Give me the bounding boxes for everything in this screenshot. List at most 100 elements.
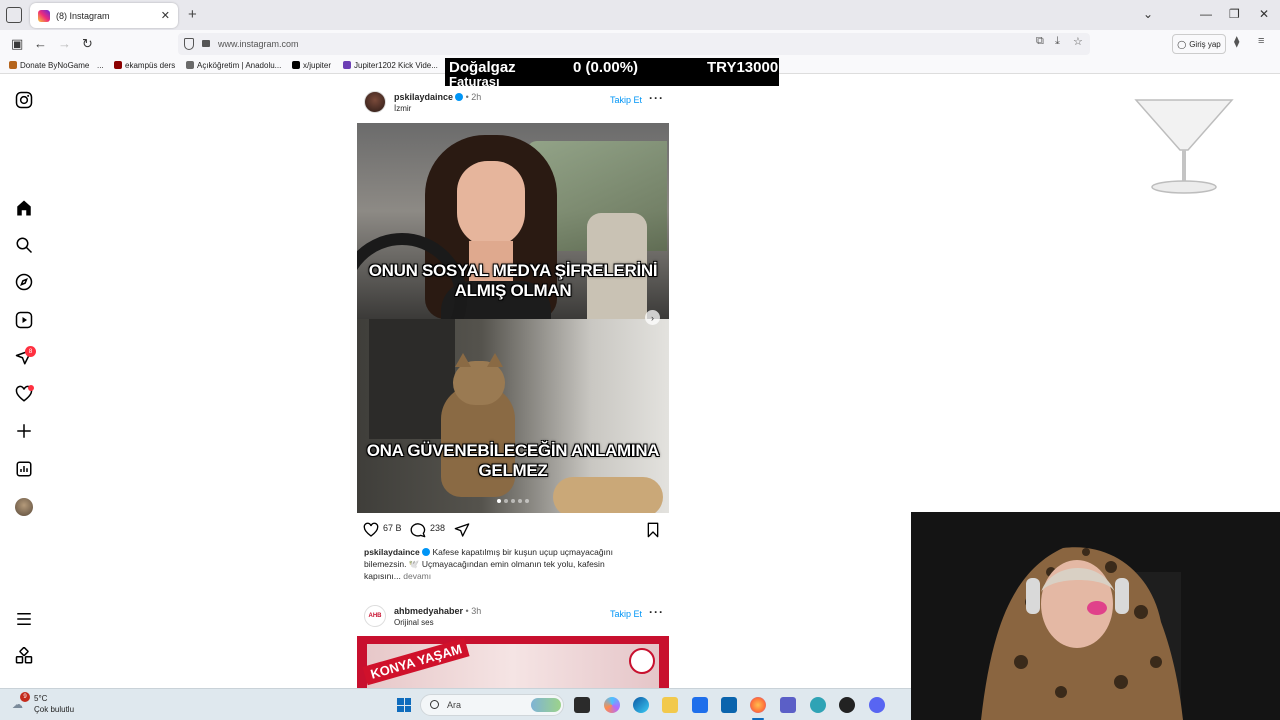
like-icon[interactable] (363, 522, 379, 538)
search-highlight-icon (531, 698, 561, 712)
search-icon[interactable] (15, 236, 33, 254)
profile-avatar[interactable] (15, 498, 33, 516)
bookmark-item[interactable]: Açıköğretim | Anadolu... (186, 61, 281, 70)
outlook-icon[interactable] (721, 697, 737, 713)
follow-button[interactable]: Takip Et (610, 609, 642, 619)
comment-icon[interactable] (410, 522, 426, 538)
post-header: pskilaydaince • 2h İzmir Takip Et ··· (364, 91, 669, 117)
post-caption: pskilaydaince Kafese kapatılmış bir kuşu… (364, 546, 630, 582)
close-window-icon[interactable]: ✕ (1259, 7, 1269, 21)
task-view-icon[interactable] (574, 697, 590, 713)
overlay-right-text: TRY13000 (707, 59, 779, 76)
threads-icon[interactable] (15, 647, 33, 665)
follow-button[interactable]: Takip Et (610, 95, 642, 105)
caption-username[interactable]: pskilaydaince (364, 547, 420, 557)
post-header: AHB ahbmedyahaber • 3h Orijinal ses Taki… (364, 605, 669, 631)
forward-icon[interactable]: → (58, 36, 71, 51)
discord-icon[interactable] (869, 697, 885, 713)
url-text: www.instagram.com (218, 39, 299, 49)
explore-icon[interactable] (15, 273, 33, 291)
store-icon[interactable] (692, 697, 708, 713)
post-username[interactable]: pskilaydaince • 2h (394, 92, 481, 102)
post-audio[interactable]: Orijinal ses (394, 618, 434, 627)
weather-badge: 9 (20, 692, 30, 702)
bookmark-item[interactable]: Donate ByNoGame (9, 61, 89, 70)
extensions-icon[interactable]: ⧫ (1234, 35, 1239, 48)
instagram-sidebar: 8 (0, 75, 48, 688)
share-icon[interactable] (454, 522, 470, 538)
account-icon: ◯ (1177, 39, 1187, 49)
image-overlay-text-bottom: ONA GÜVENEBİLECEĞİN ANLAMINA GELMEZ (366, 441, 660, 480)
bookmark-item[interactable]: ekampüs ders (114, 61, 175, 70)
minimize-icon[interactable]: — (1200, 7, 1212, 21)
bookmark-item[interactable]: ... (97, 61, 104, 70)
firefox-icon[interactable] (750, 697, 766, 713)
post-username[interactable]: ahbmedyahaber • 3h (394, 606, 481, 616)
more-options-icon[interactable]: ··· (649, 91, 664, 105)
copilot-icon[interactable] (604, 697, 620, 713)
streamer-webcam (911, 512, 1280, 720)
reader-view-icon[interactable]: ⤓ (1055, 35, 1060, 48)
taskbar-search[interactable]: Ara (420, 694, 564, 716)
reels-icon[interactable] (15, 311, 33, 329)
instagram-favicon-icon (38, 9, 50, 22)
post-image-carousel[interactable]: ONUN SOSYAL MEDYA ŞİFRELERİNİ ALMIŞ OLMA… (357, 123, 669, 513)
menu-icon[interactable] (15, 610, 33, 628)
verified-badge-icon (422, 548, 431, 556)
overlay-sub-text: Faturası (449, 74, 500, 86)
like-count[interactable]: 67 B (383, 523, 402, 533)
tab-list-icon[interactable] (6, 7, 22, 23)
account-login-button[interactable]: ◯ Giriş yap (1172, 34, 1226, 54)
new-tab-icon[interactable]: + (188, 6, 197, 23)
search-icon (430, 700, 439, 709)
browser-nav-bar: ▣ ← → ↻ www.instagram.com ⧉ ⤓ ☆ ◯ Giriş … (0, 30, 1280, 58)
close-tab-icon[interactable]: ✕ (161, 9, 170, 22)
tab-title: (8) Instagram (56, 10, 110, 21)
picture-in-picture-icon[interactable]: ⧉ (1036, 35, 1044, 48)
tab-overflow-icon[interactable]: ⌄ (1143, 7, 1153, 21)
sidebar-toggle-icon[interactable]: ▣ (11, 36, 23, 52)
post-time: 2h (471, 92, 482, 102)
windows-taskbar: ☁ 9 5°C Çok bulutlu Ara (0, 688, 911, 720)
create-icon[interactable] (15, 422, 33, 440)
carousel-next-icon[interactable]: › (645, 310, 660, 325)
app-menu-icon[interactable]: ≡ (1258, 35, 1264, 47)
maximize-icon[interactable]: ❐ (1229, 7, 1240, 21)
address-bar[interactable]: www.instagram.com (178, 33, 1090, 55)
comment-count[interactable]: 238 (430, 523, 445, 533)
browser-tab-bar: (8) Instagram ✕ + ⌄ — ❐ ✕ (0, 0, 1280, 30)
reload-icon[interactable]: ↻ (82, 36, 93, 52)
file-explorer-icon[interactable] (662, 697, 678, 713)
browser-tab-instagram[interactable]: (8) Instagram ✕ (30, 3, 178, 28)
martini-glass-overlay-icon (1134, 99, 1234, 194)
edge-icon[interactable] (633, 697, 649, 713)
settings-gear-icon[interactable] (810, 697, 826, 713)
avatar[interactable] (364, 91, 386, 113)
messages-badge: 8 (25, 346, 36, 357)
save-icon[interactable] (646, 522, 660, 538)
teams-icon[interactable] (780, 697, 796, 713)
post-actions: 67 B 238 (363, 520, 663, 540)
dashboard-icon[interactable] (15, 460, 33, 478)
carousel-indicator (497, 499, 529, 503)
caption-more-link[interactable]: devamı (403, 571, 431, 581)
post-location[interactable]: İzmir (394, 104, 411, 113)
back-icon[interactable]: ← (34, 36, 47, 51)
instagram-logo-icon[interactable] (15, 91, 33, 109)
avatar[interactable]: AHB (364, 605, 386, 627)
bookmark-item[interactable]: x/jupiter (292, 61, 331, 70)
lock-icon[interactable] (202, 40, 210, 47)
home-icon[interactable] (15, 199, 33, 217)
obs-icon[interactable] (839, 697, 855, 713)
overlay-mid-text: 0 (0.00%) (573, 59, 639, 76)
more-options-icon[interactable]: ··· (649, 605, 664, 619)
post-time: 3h (471, 606, 482, 616)
bookmark-item[interactable]: Jupiter1202 Kick Vide... (343, 61, 438, 70)
tracking-shield-icon[interactable] (184, 38, 194, 50)
verified-badge-icon (455, 93, 464, 101)
bookmark-star-icon[interactable]: ☆ (1073, 35, 1083, 48)
weather-temp: 5°C (34, 694, 48, 703)
start-menu-icon[interactable] (397, 698, 411, 712)
post-video[interactable]: KONYA YAŞAM (357, 636, 669, 688)
stream-overlay-banner: Doğalgaz Faturası 0 (0.00%) TRY13000 (445, 58, 779, 86)
